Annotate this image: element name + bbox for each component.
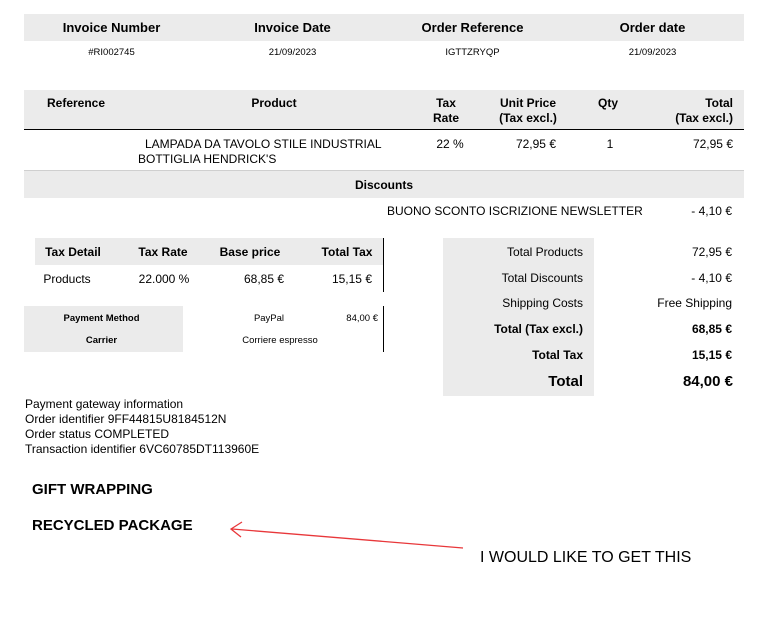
annotation-arrow-icon	[229, 521, 464, 549]
annotation-note: I WOULD LIKE TO GET THIS	[480, 549, 692, 566]
